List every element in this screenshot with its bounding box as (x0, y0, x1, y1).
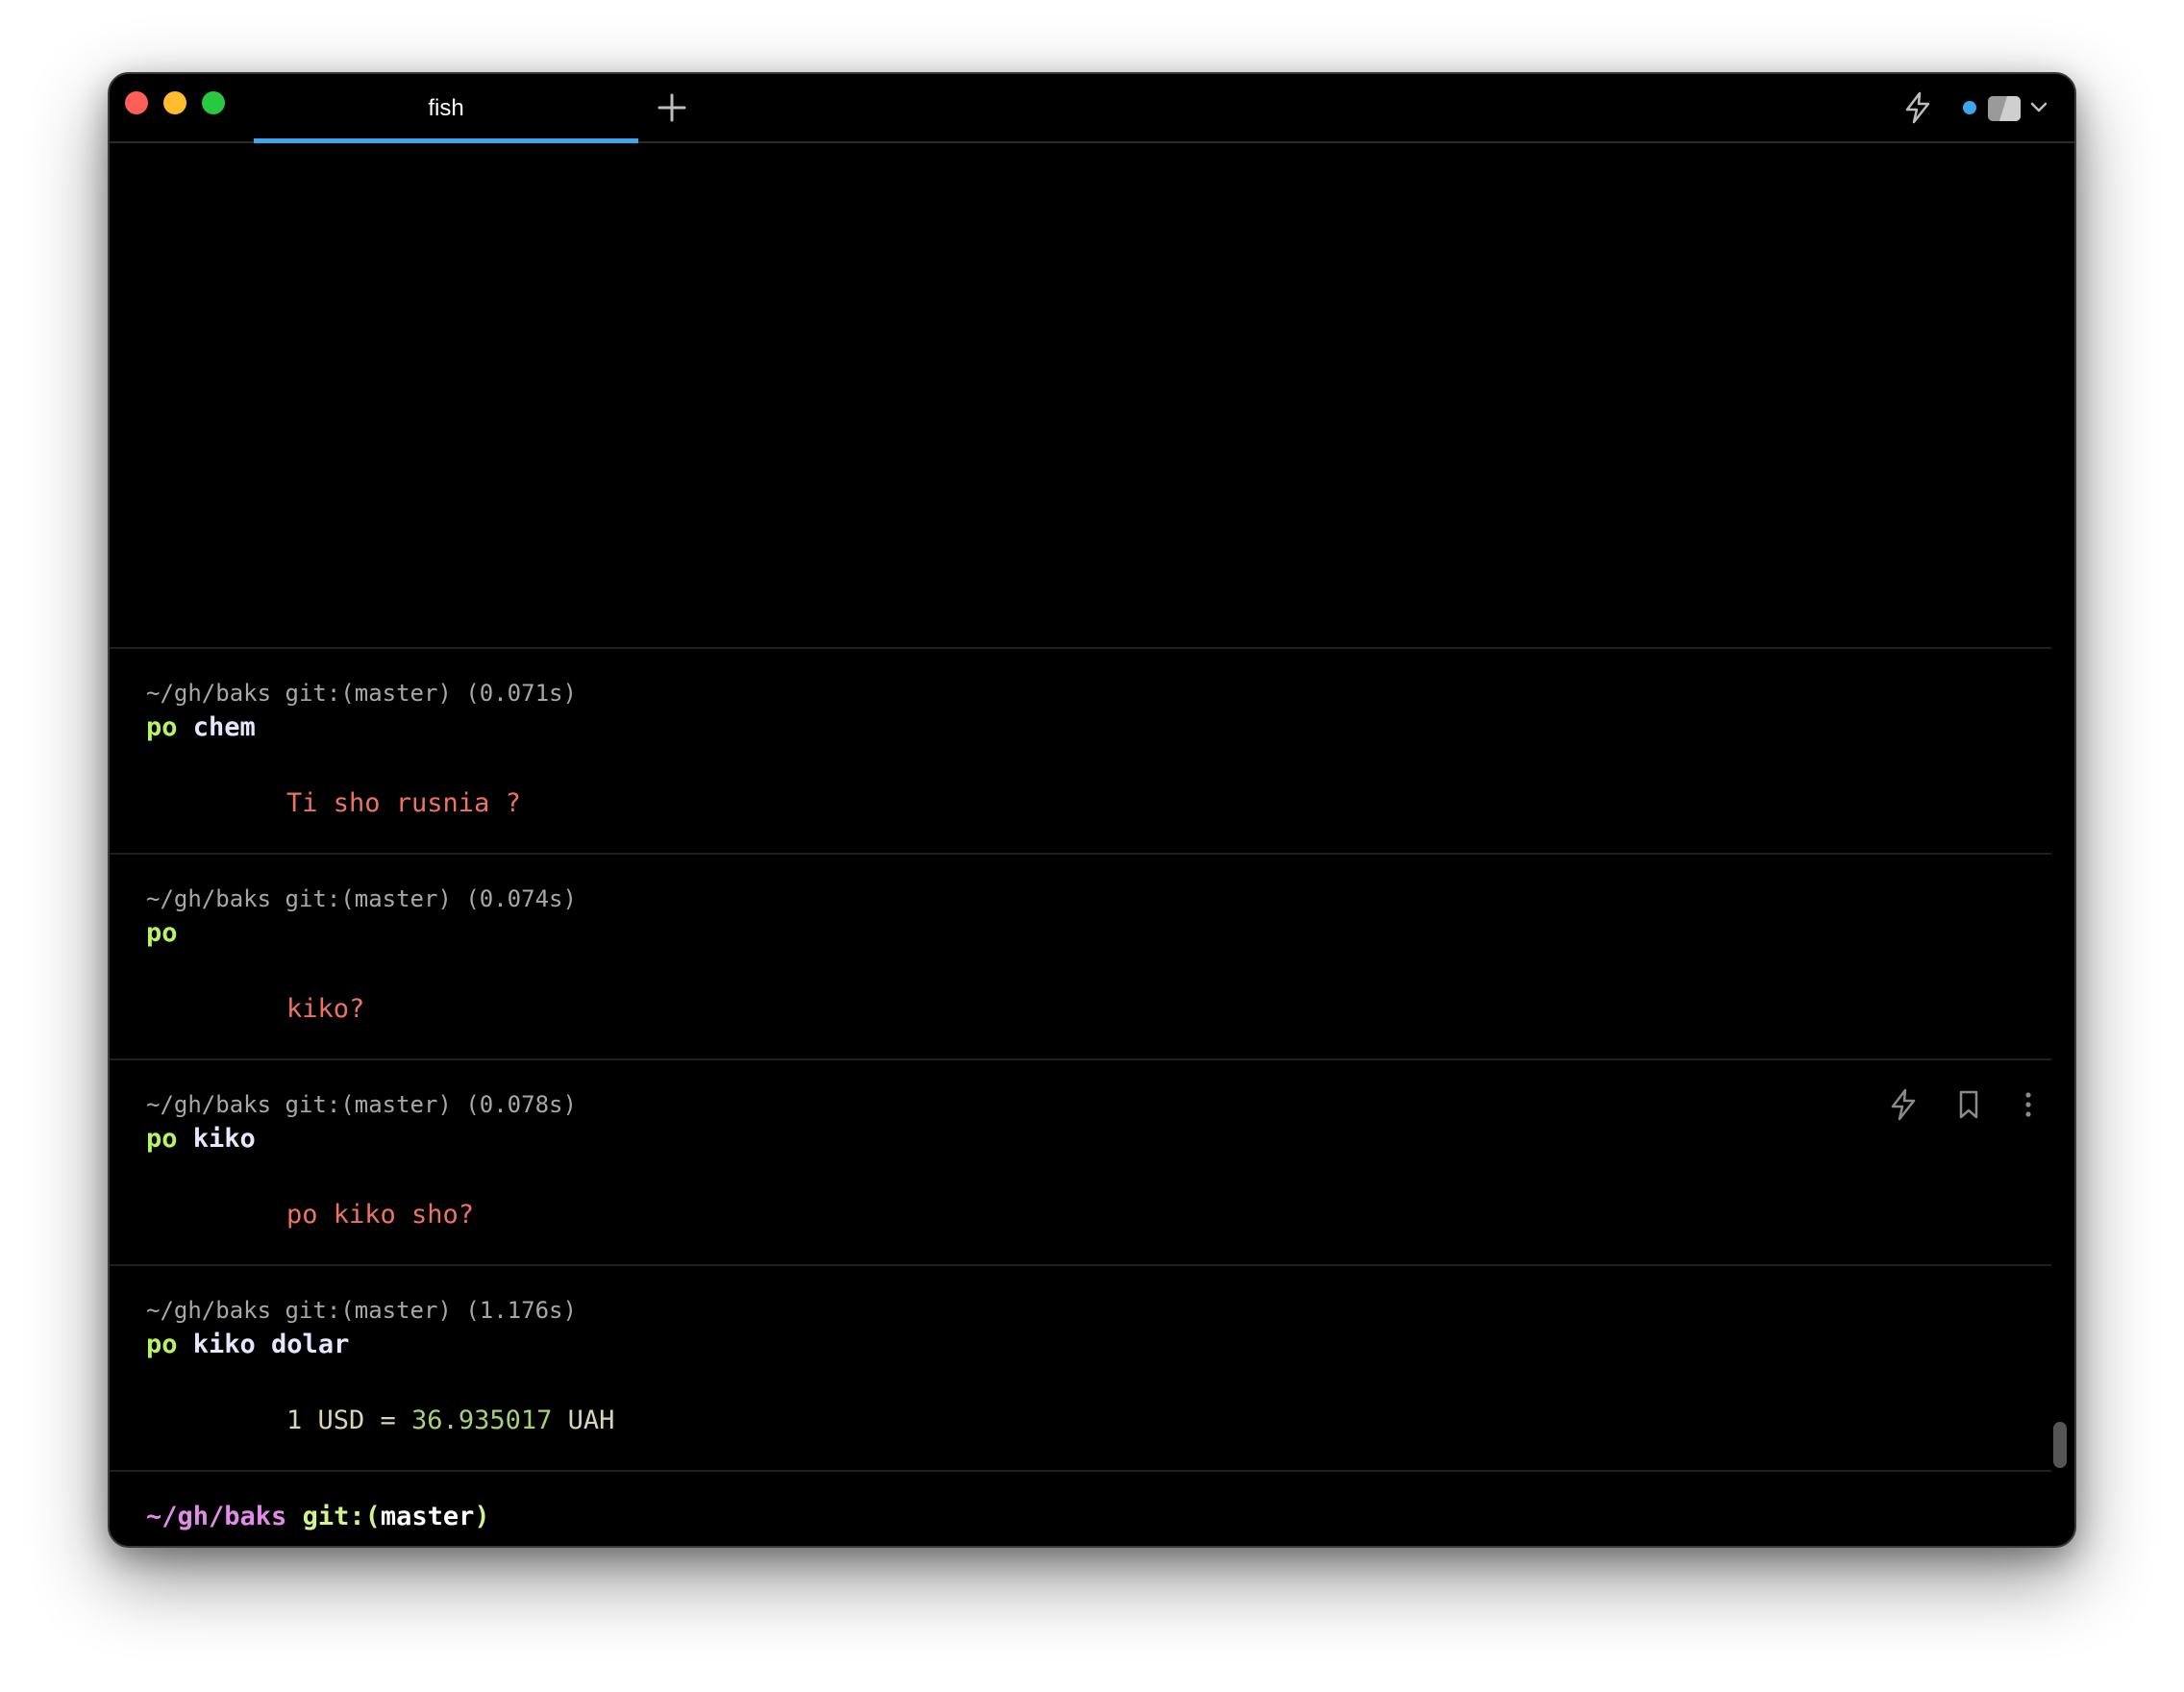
more-options-button[interactable] (2011, 1087, 2046, 1122)
command-block[interactable]: ~/gh/baks git:(master) (1.176s) po kiko … (110, 1266, 2051, 1470)
output-suffix: UAH (552, 1406, 615, 1435)
prompt-branch: master (380, 1502, 475, 1531)
block-prompt: ~/gh/baks git:(master) (0.078s) (146, 1091, 577, 1118)
terminal-content[interactable]: ~/gh/baks git:(master) (0.071s) po chem … (110, 143, 2074, 1546)
output-prefix: 1 USD = (286, 1406, 412, 1435)
new-tab-button[interactable] (655, 90, 689, 125)
profile-menu-button[interactable] (1984, 91, 2049, 124)
close-window-button[interactable] (125, 91, 148, 114)
command-name: po (146, 1124, 178, 1154)
block-output: kiko? (286, 994, 365, 1024)
command-name: po (146, 918, 178, 948)
command-args: kiko dolar (177, 1330, 350, 1359)
block-command: po chem (146, 712, 256, 742)
bookmark-button[interactable] (1951, 1087, 1986, 1122)
scrollbar-thumb[interactable] (2053, 1422, 2067, 1468)
prompt-git-close: ) (474, 1502, 490, 1531)
block-command: po kiko (146, 1124, 256, 1154)
command-args: chem (177, 712, 256, 742)
tab-label: fish (428, 95, 464, 121)
block-output: 1 USD = 36.935017 UAH (286, 1406, 614, 1435)
terminal-window: fish ~/gh/baks git:(master) (0.071s) po … (108, 72, 2076, 1548)
more-vertical-icon (2025, 1092, 2031, 1117)
title-bar: fish (110, 74, 2074, 143)
lightning-icon (1905, 91, 1930, 124)
block-prompt: ~/gh/baks git:(master) (0.071s) (146, 680, 577, 707)
command-name: po (146, 1330, 178, 1359)
command-block[interactable]: ~/gh/baks git:(master) (0.078s) po kiko … (110, 1060, 2051, 1264)
block-workflow-button[interactable] (1886, 1087, 1921, 1122)
block-output: Ti sho rusnia ? (286, 788, 521, 818)
command-block[interactable]: ~/gh/baks git:(master) (0.074s) po kiko? (110, 855, 2051, 1058)
workflows-button[interactable] (1900, 90, 1935, 125)
profile-icon (1988, 96, 2021, 121)
prompt-git: git:( (286, 1502, 381, 1531)
block-prompt: ~/gh/baks git:(master) (1.176s) (146, 1297, 577, 1324)
block-command: po kiko dolar (146, 1330, 349, 1359)
block-command: po (146, 918, 178, 948)
block-output: po kiko sho? (286, 1200, 475, 1230)
command-block[interactable]: ~/gh/baks git:(master) (0.071s) po chem … (110, 649, 2051, 853)
bookmark-icon (1959, 1090, 1978, 1119)
status-dot (1963, 101, 1976, 114)
block-prompt: ~/gh/baks git:(master) (0.074s) (146, 885, 577, 912)
chevron-down-icon (2030, 102, 2048, 112)
current-prompt: ~/gh/baks git:(master) (146, 1502, 490, 1531)
command-args: kiko (177, 1124, 256, 1154)
output-value: 36.935017 (411, 1406, 553, 1435)
block-actions (1869, 1087, 2042, 1126)
tab-fish[interactable]: fish (254, 74, 638, 143)
minimize-window-button[interactable] (163, 91, 186, 114)
plus-icon (658, 93, 686, 122)
command-name: po (146, 712, 178, 742)
block-divider (110, 1470, 2051, 1472)
lightning-icon (1891, 1088, 1916, 1121)
maximize-window-button[interactable] (202, 91, 225, 114)
prompt-path: ~/gh/baks (146, 1502, 287, 1531)
